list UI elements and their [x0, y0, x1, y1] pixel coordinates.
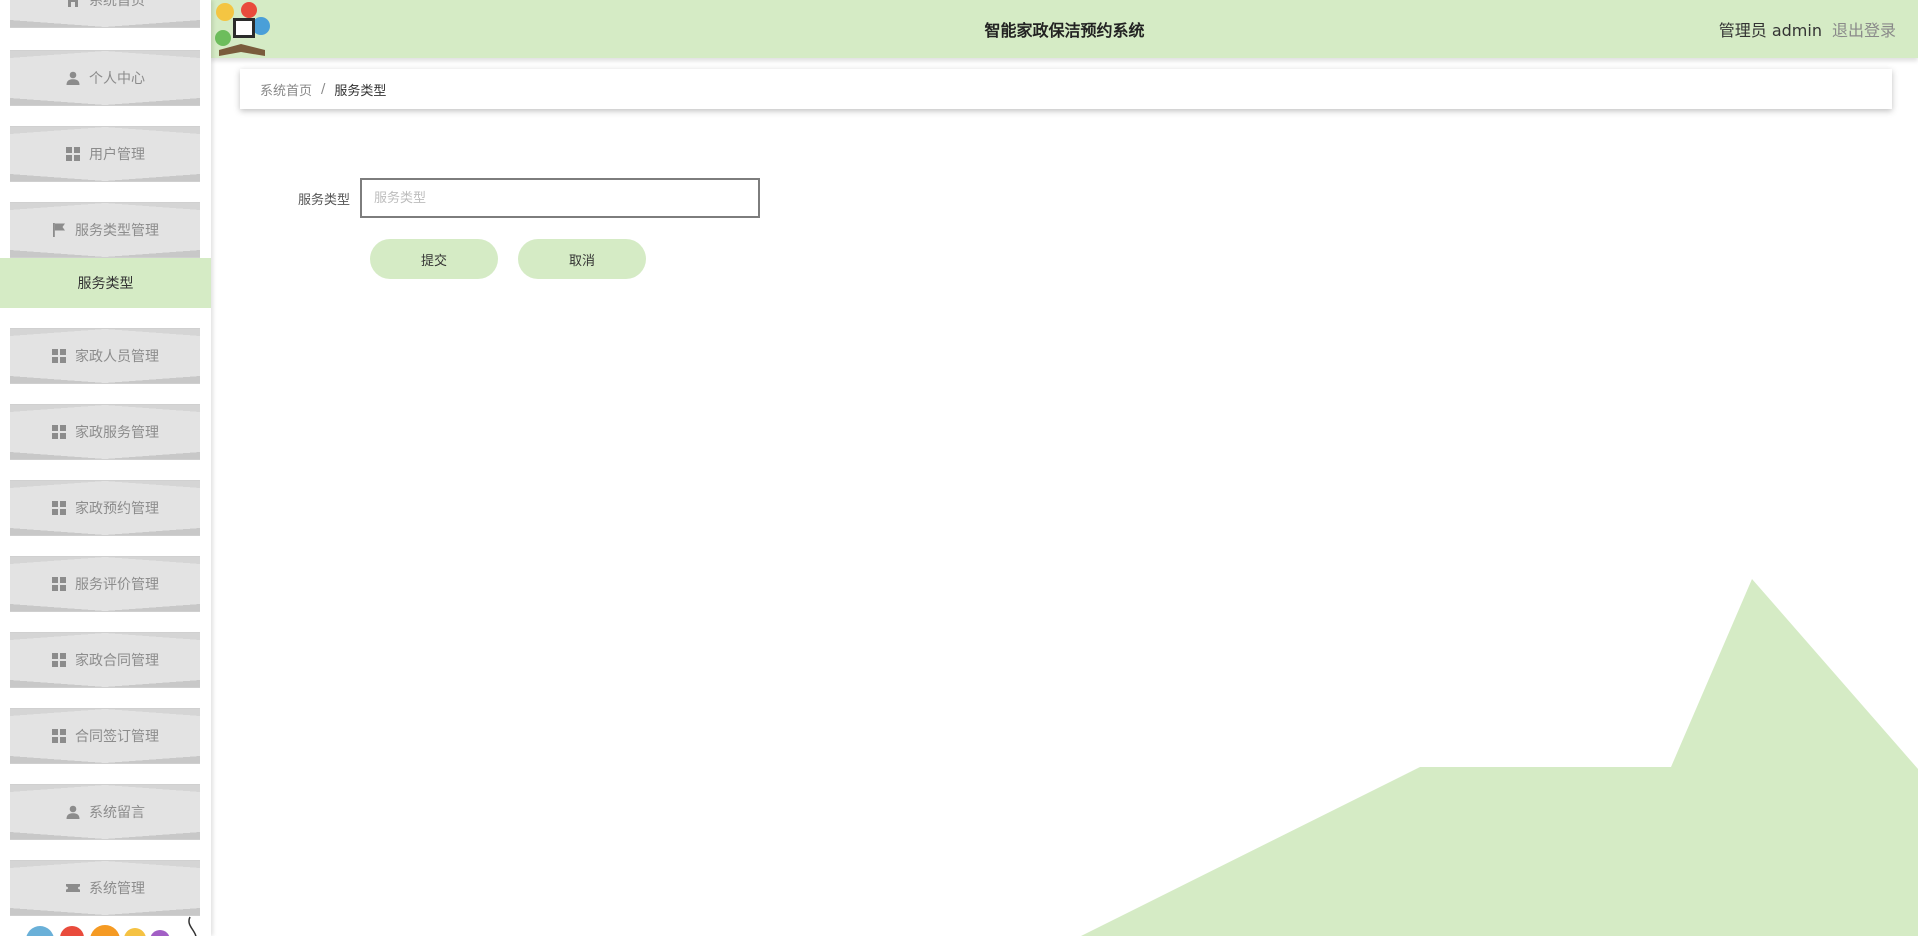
sidebar-item-service-type-management[interactable]: 服务类型管理 [10, 202, 200, 258]
sidebar-item-label: 家政预约管理 [75, 501, 159, 517]
breadcrumb-separator: / [321, 81, 326, 97]
sidebar-subitem-service-type[interactable]: 服务类型 [0, 258, 211, 308]
sidebar-item-label: 系统管理 [89, 881, 145, 897]
home-icon [65, 0, 81, 8]
top-header: 智能家政保洁预约系统 管理员 admin 退出登录 [211, 0, 1918, 58]
sidebar-item-label: 合同签订管理 [75, 729, 159, 745]
user-area: 管理员 admin 退出登录 [1719, 0, 1896, 58]
sidebar-decoration-illustration [26, 916, 197, 936]
sidebar-item-booking-management[interactable]: 家政预约管理 [10, 480, 200, 536]
sidebar-item-contract-management[interactable]: 家政合同管理 [10, 632, 200, 688]
sidebar-item-housekeeper-management[interactable]: 家政人员管理 [10, 328, 200, 384]
sidebar-item-system-management[interactable]: 系统管理 [10, 860, 200, 916]
grid-icon [51, 652, 67, 668]
service-type-label: 服务类型 [297, 192, 350, 208]
sidebar-item-label: 家政人员管理 [75, 349, 159, 365]
user-icon [65, 70, 81, 86]
app-title: 智能家政保洁预约系统 [984, 21, 1145, 40]
service-type-form-row: 服务类型 [290, 178, 760, 218]
grid-icon [51, 576, 67, 592]
cancel-button[interactable]: 取消 [518, 239, 646, 279]
grid-icon [51, 348, 67, 364]
sidebar-item-label: 用户管理 [89, 147, 145, 163]
flag-icon [51, 222, 67, 238]
grid-icon [51, 500, 67, 516]
sidebar-item-service-management[interactable]: 家政服务管理 [10, 404, 200, 460]
breadcrumb-home-link[interactable]: 系统首页 [260, 80, 312, 99]
sidebar-item-label: 系统留言 [89, 805, 145, 821]
sidebar-item-personal-center[interactable]: 个人中心 [10, 50, 200, 106]
sidebar-item-label: 个人中心 [89, 71, 145, 87]
sidebar-item-label: 家政合同管理 [75, 653, 159, 669]
sidebar-item-user-management[interactable]: 用户管理 [10, 126, 200, 182]
grid-icon [51, 424, 67, 440]
sidebar-item-label: 系统首页 [89, 0, 145, 9]
sidebar-item-label: 服务评价管理 [75, 577, 159, 593]
breadcrumb: 系统首页 / 服务类型 [240, 69, 1892, 109]
logout-link[interactable]: 退出登录 [1832, 17, 1896, 41]
grid-icon [65, 146, 81, 162]
sidebar-item-contract-signing-management[interactable]: 合同签订管理 [10, 708, 200, 764]
sidebar-item-home[interactable]: 系统首页 [10, 0, 200, 28]
sidebar: 系统首页 个人中心 用户管理 服务类型管理 服务类型 家政人员管理 家政服务管理… [0, 0, 211, 936]
sidebar-item-label: 家政服务管理 [75, 425, 159, 441]
service-type-input[interactable] [360, 178, 760, 218]
submit-button[interactable]: 提交 [370, 239, 498, 279]
sidebar-item-system-messages[interactable]: 系统留言 [10, 784, 200, 840]
sidebar-item-review-management[interactable]: 服务评价管理 [10, 556, 200, 612]
ticket-icon [65, 880, 81, 896]
current-user-label: 管理员 admin [1718, 21, 1822, 40]
sidebar-subitem-label: 服务类型 [77, 276, 134, 292]
user-icon [65, 804, 81, 820]
grid-icon [51, 728, 67, 744]
breadcrumb-current: 服务类型 [334, 83, 387, 99]
sidebar-item-label: 服务类型管理 [75, 223, 159, 239]
